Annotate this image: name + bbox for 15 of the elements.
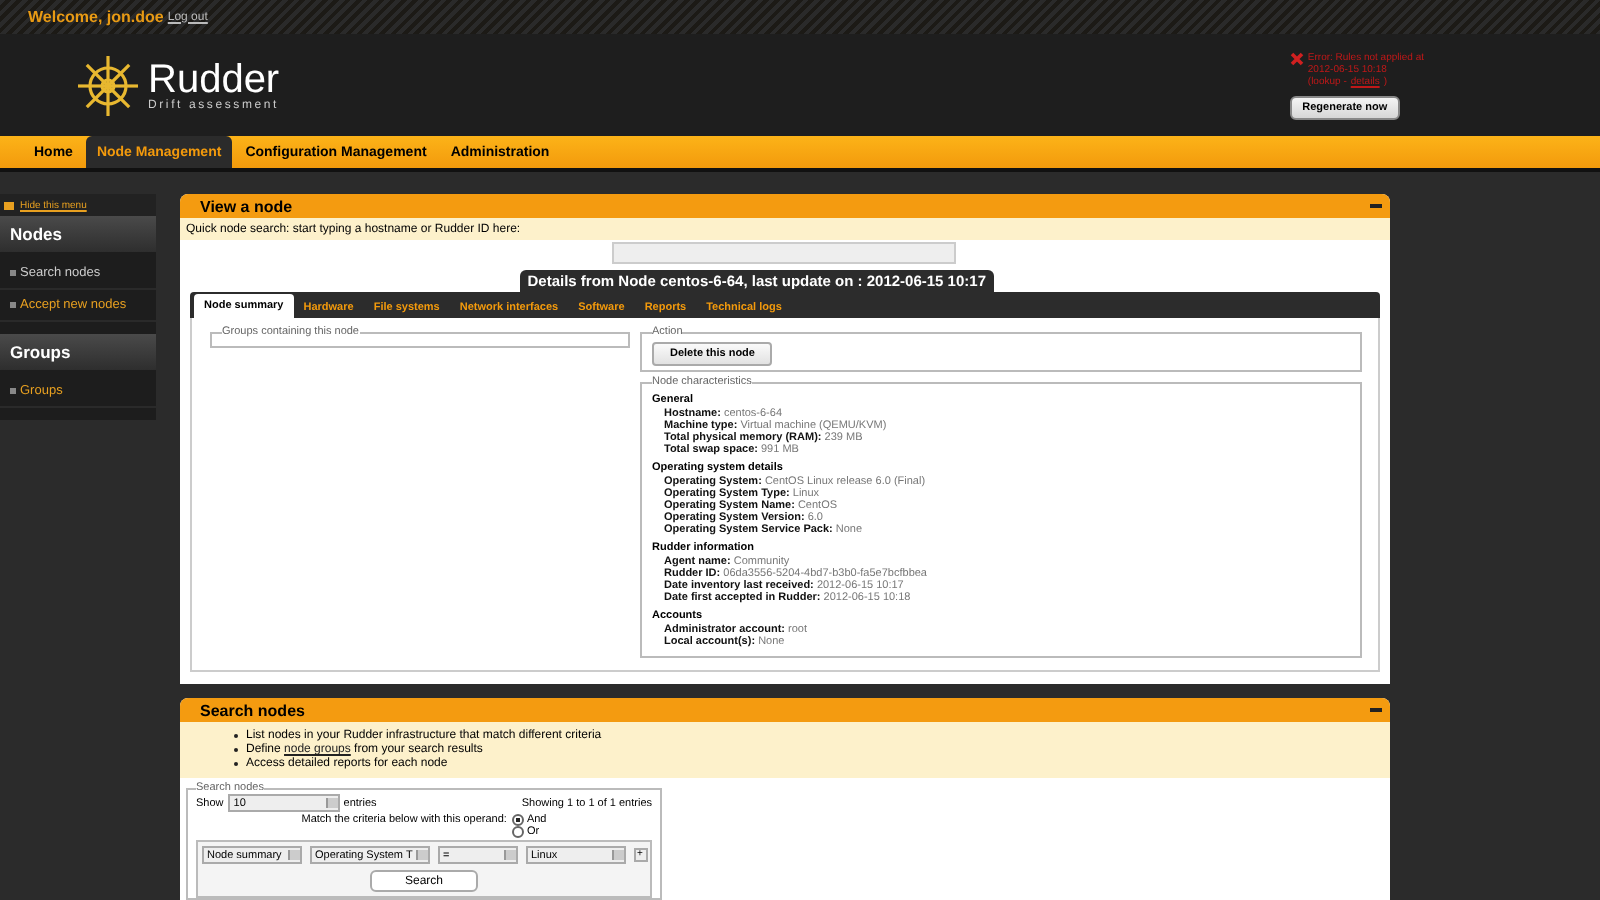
logo-title: Rudder bbox=[148, 59, 280, 99]
error-icon bbox=[1289, 51, 1304, 65]
search-field[interactable] bbox=[612, 242, 956, 264]
bullet-icon bbox=[10, 388, 16, 394]
sidebar-heading: Groups bbox=[0, 334, 156, 370]
collapse-icon[interactable] bbox=[1370, 707, 1382, 713]
bullet-icon bbox=[10, 302, 16, 308]
ship-wheel-icon bbox=[76, 53, 140, 117]
welcome-text: Welcome, jon.doe bbox=[28, 8, 164, 26]
sidebar-heading: Nodes bbox=[0, 216, 156, 252]
panel-title: Search nodes bbox=[200, 701, 305, 719]
collapse-icon[interactable] bbox=[1370, 203, 1382, 209]
bullet-icon bbox=[10, 270, 16, 276]
menu-icon bbox=[4, 201, 14, 209]
panel-title: View a node bbox=[200, 197, 293, 215]
